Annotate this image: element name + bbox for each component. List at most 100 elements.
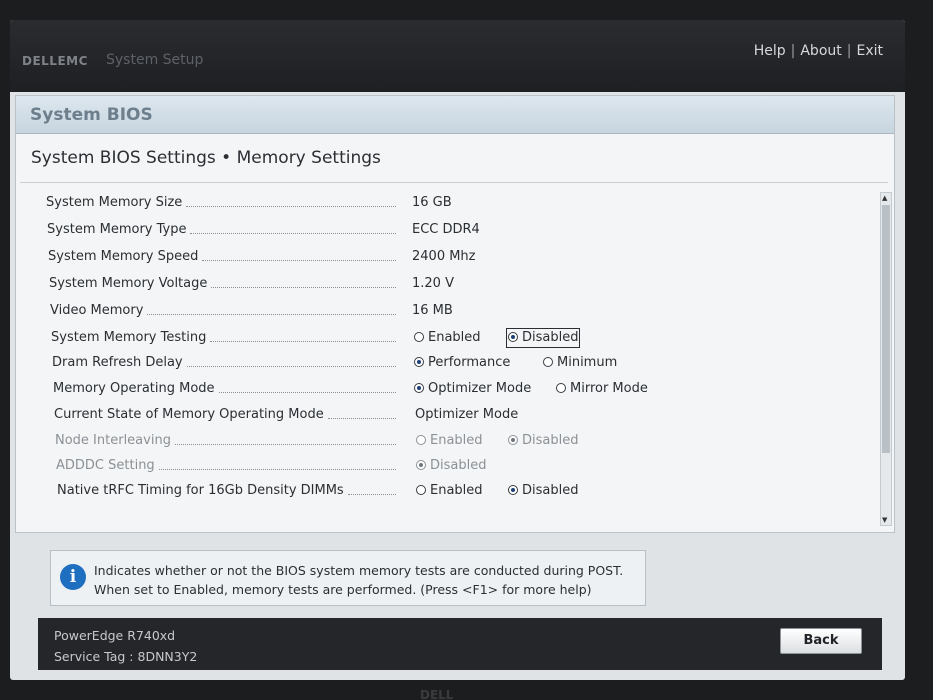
option-label: Mirror Mode (570, 381, 648, 396)
radio-checked-icon (508, 435, 518, 445)
about-link[interactable]: About (800, 43, 841, 59)
setting-value: Optimizer Mode (415, 407, 519, 422)
scrollbar[interactable]: ▲ ▼ (880, 192, 892, 526)
setting-row: Node Interleaving Enabled Disabled (16, 430, 876, 452)
setting-label: System Memory Size (46, 195, 183, 210)
radio-unchecked-icon[interactable] (543, 357, 553, 367)
leader-dots (190, 233, 396, 234)
footer-bar: PowerEdge R740xd Service Tag : 8DNN3Y2 B… (38, 618, 882, 670)
radio-option-enabled[interactable]: Enabled (412, 328, 483, 348)
setting-row: System Memory Size 16 GB (16, 192, 876, 214)
link-separator: | (790, 43, 796, 59)
radio-option-performance[interactable]: Performance (412, 353, 512, 373)
title-divider (20, 182, 888, 183)
info-icon: i (60, 564, 86, 590)
settings-panel: System BIOS System BIOS Settings • Memor… (15, 95, 895, 533)
setting-row[interactable]: Dram Refresh Delay Performance Minimum (16, 352, 876, 374)
system-model: PowerEdge R740xd (54, 628, 176, 643)
setting-label: Native tRFC Timing for 16Gb Density DIMM… (57, 483, 344, 498)
setting-value: ECC DDR4 (412, 222, 480, 237)
dellemc-logo: DELLEMC (22, 54, 88, 68)
setting-label: ADDDC Setting (56, 458, 155, 473)
leader-dots (187, 366, 396, 367)
radio-checked-icon[interactable] (508, 485, 518, 495)
help-link[interactable]: Help (754, 43, 786, 59)
bezel-logo: DELL (420, 688, 454, 700)
leader-dots (219, 392, 396, 393)
option-label: Optimizer Mode (428, 381, 532, 396)
page-title: System BIOS Settings • Memory Settings (31, 148, 381, 168)
leader-dots (186, 206, 396, 207)
radio-unchecked-icon[interactable] (416, 485, 426, 495)
radio-option-mirror-mode[interactable]: Mirror Mode (554, 379, 650, 399)
setting-row[interactable]: Native tRFC Timing for 16Gb Density DIMM… (16, 480, 876, 502)
radio-option-disabled: Disabled (506, 431, 580, 451)
setting-label: System Memory Type (47, 222, 187, 237)
exit-link[interactable]: Exit (856, 43, 883, 59)
option-label: Disabled (522, 483, 579, 498)
leader-dots (147, 314, 396, 315)
setting-value: 16 MB (412, 303, 453, 318)
leader-dots (348, 494, 396, 495)
radio-option-disabled[interactable]: Disabled (506, 328, 581, 348)
radio-option-optimizer-mode[interactable]: Optimizer Mode (412, 379, 533, 399)
bios-screen: DELLEMC System Setup Help | About | Exit Sys… (10, 20, 905, 680)
option-label: Disabled (430, 458, 487, 473)
link-separator: | (846, 43, 852, 59)
setting-label: Memory Operating Mode (53, 381, 215, 396)
setting-row: System Memory Voltage 1.20 V (16, 273, 876, 295)
radio-option-disabled[interactable]: Disabled (506, 481, 580, 501)
option-label: Minimum (557, 355, 618, 370)
radio-unchecked-icon (416, 435, 426, 445)
top-links: Help | About | Exit (754, 43, 883, 59)
radio-unchecked-icon[interactable] (556, 383, 566, 393)
option-label: Enabled (430, 483, 483, 498)
section-title: System BIOS (30, 105, 153, 125)
leader-dots (202, 260, 396, 261)
setting-label: Video Memory (50, 303, 144, 318)
leader-dots (211, 287, 396, 288)
setting-value: 2400 Mhz (412, 249, 476, 264)
option-label: Enabled (430, 433, 483, 448)
setting-row: System Memory Type ECC DDR4 (16, 219, 876, 241)
leader-dots (175, 444, 396, 445)
radio-checked-icon (416, 460, 426, 470)
setting-label: System Memory Speed (48, 249, 199, 264)
scroll-down-icon[interactable]: ▼ (882, 516, 887, 524)
help-line-1: Indicates whether or not the BIOS system… (94, 563, 624, 578)
setting-value: 16 GB (412, 195, 452, 210)
radio-checked-icon[interactable] (414, 383, 424, 393)
app-title: System Setup (106, 52, 204, 68)
setting-label: System Memory Testing (51, 330, 207, 345)
setting-label: Dram Refresh Delay (52, 355, 183, 370)
setting-label: Current State of Memory Operating Mode (54, 407, 324, 422)
option-label: Disabled (522, 433, 579, 448)
radio-option-enabled: Enabled (414, 431, 485, 451)
back-button[interactable]: Back (780, 628, 862, 654)
top-bar: DELLEMC System Setup Help | About | Exit (10, 20, 905, 92)
radio-unchecked-icon[interactable] (414, 332, 424, 342)
setting-row: Video Memory 16 MB (16, 300, 876, 322)
option-label: Performance (428, 355, 511, 370)
scroll-up-icon[interactable]: ▲ (882, 194, 887, 202)
scroll-thumb[interactable] (882, 205, 890, 453)
setting-row[interactable]: System Memory Testing Enabled Disabled (16, 327, 876, 349)
setting-value: 1.20 V (412, 276, 454, 291)
leader-dots (159, 469, 396, 470)
radio-checked-icon[interactable] (508, 332, 518, 342)
leader-dots (210, 341, 396, 342)
option-label: Enabled (428, 330, 481, 345)
section-header: System BIOS (16, 96, 894, 134)
leader-dots (328, 418, 396, 419)
setting-row: Current State of Memory Operating Mode Op… (16, 404, 876, 426)
radio-option-enabled[interactable]: Enabled (414, 481, 485, 501)
setting-row: ADDDC Setting Disabled (16, 455, 876, 477)
option-label: Disabled (522, 330, 579, 345)
help-text: Indicates whether or not the BIOS system… (94, 561, 639, 599)
setting-label: System Memory Voltage (49, 276, 208, 291)
help-box: i Indicates whether or not the BIOS syst… (50, 550, 646, 606)
radio-option-minimum[interactable]: Minimum (541, 353, 619, 373)
setting-row[interactable]: Memory Operating Mode Optimizer Mode Mirro… (16, 378, 876, 400)
radio-checked-icon[interactable] (414, 357, 424, 367)
help-line-2: When set to Enabled, memory tests are pe… (94, 582, 592, 597)
